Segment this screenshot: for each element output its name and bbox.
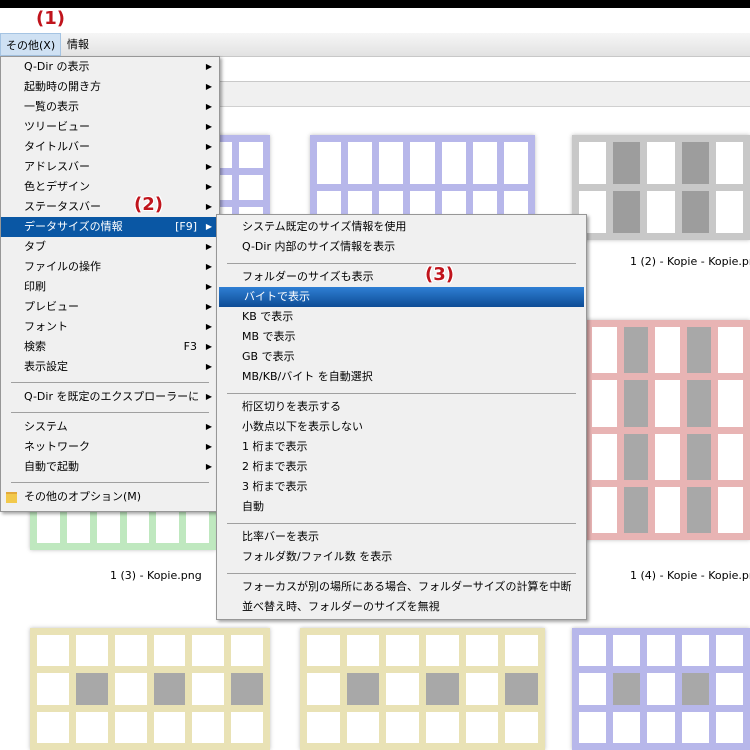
menu-item-preview[interactable]: プレビュー ▶ (1, 297, 219, 317)
submenu-arrow-icon: ▶ (205, 62, 212, 71)
thumbnail-caption: 1 (4) - Kopie - Kopie.png (630, 569, 750, 582)
menu-item-qdir-display[interactable]: Q-Dir の表示 ▶ (1, 57, 219, 77)
menu-item-list-view[interactable]: 一覧の表示 ▶ (1, 97, 219, 117)
menu-info[interactable]: 情報 (62, 33, 94, 56)
menu-separator (227, 573, 576, 574)
menu-separator (11, 412, 209, 413)
annotation-3: (3) (425, 264, 454, 285)
submenu-arrow-icon: ▶ (205, 442, 212, 451)
submenu-arrow-icon: ▶ (205, 242, 212, 251)
submenu-item-mb[interactable]: MB で表示 (217, 327, 586, 347)
submenu-arrow-icon: ▶ (205, 322, 212, 331)
submenu-arrow-icon: ▶ (205, 82, 212, 91)
menu-bar: その他(X) 情報 (0, 33, 750, 57)
menu-item-search[interactable]: 検索 F3 ▶ (1, 337, 219, 357)
submenu-item-auto-decimals[interactable]: 自動 (217, 497, 586, 517)
submenu-item-auto-unit[interactable]: MB/KB/バイト を自動選択 (217, 367, 586, 387)
menu-item-network[interactable]: ネットワーク ▶ (1, 437, 219, 457)
menu-item-file-ops[interactable]: ファイルの操作 ▶ (1, 257, 219, 277)
submenu-arrow-icon: ▶ (205, 462, 212, 471)
submenu-item-gb[interactable]: GB で表示 (217, 347, 586, 367)
submenu-item-abort-on-focus-loss[interactable]: フォーカスが別の場所にある場合、フォルダーサイズの計算を中断 (217, 577, 586, 597)
submenu-arrow-icon: ▶ (205, 202, 212, 211)
submenu-item-ignore-folder-size-sort[interactable]: 並べ替え時、フォルダーのサイズを無視 (217, 597, 586, 617)
menu-item-autostart[interactable]: 自動で起動 ▶ (1, 457, 219, 477)
submenu-item-thousands-separator[interactable]: 桁区切りを表示する (217, 397, 586, 417)
menu-item-font[interactable]: フォント ▶ (1, 317, 219, 337)
submenu-item-system-default-size[interactable]: システム既定のサイズ情報を使用 (217, 217, 586, 237)
data-size-submenu: システム既定のサイズ情報を使用 Q-Dir 内部のサイズ情報を表示 フォルダーの… (216, 214, 587, 620)
submenu-item-show-folder-size[interactable]: フォルダーのサイズも表示 (217, 267, 586, 287)
column-header (215, 82, 750, 107)
folder-icon (6, 492, 17, 503)
menu-separator (11, 382, 209, 383)
menu-separator (227, 263, 576, 264)
submenu-arrow-icon: ▶ (205, 262, 212, 271)
other-menu-dropdown: Q-Dir の表示 ▶ 起動時の開き方 ▶ 一覧の表示 ▶ ツリービュー ▶ タイトルバ… (0, 56, 220, 512)
menu-item-tabs[interactable]: タブ ▶ (1, 237, 219, 257)
thumbnail-yellow-2[interactable] (300, 628, 545, 750)
menu-item-other-options[interactable]: その他のオプション(M) (1, 487, 219, 507)
menu-item-color-design[interactable]: 色とデザイン ▶ (1, 177, 219, 197)
thumbnail-caption: 1 (3) - Kopie.png (110, 569, 202, 582)
menu-item-print[interactable]: 印刷 ▶ (1, 277, 219, 297)
menu-item-tree-view[interactable]: ツリービュー ▶ (1, 117, 219, 137)
thumbnail-purple-3[interactable] (572, 628, 750, 750)
menu-item-title-bar[interactable]: タイトルバー ▶ (1, 137, 219, 157)
submenu-arrow-icon: ▶ (205, 222, 212, 231)
menu-separator (11, 482, 209, 483)
submenu-arrow-icon: ▶ (205, 282, 212, 291)
menu-item-default-explorer[interactable]: Q-Dir を既定のエクスプローラーに ▶ (1, 387, 219, 407)
submenu-arrow-icon: ▶ (205, 392, 212, 401)
submenu-item-1-decimal[interactable]: 1 桁まで表示 (217, 437, 586, 457)
submenu-item-ratio-bar[interactable]: 比率バーを表示 (217, 527, 586, 547)
menu-item-display-settings[interactable]: 表示設定 ▶ (1, 357, 219, 377)
thumbnail-caption: 1 (2) - Kopie - Kopie.png (630, 255, 750, 268)
menu-item-startup[interactable]: 起動時の開き方 ▶ (1, 77, 219, 97)
submenu-arrow-icon: ▶ (205, 182, 212, 191)
menu-item-data-size-info[interactable]: データサイズの情報 [F9] ▶ (1, 217, 219, 237)
submenu-item-qdir-internal-size[interactable]: Q-Dir 内部のサイズ情報を表示 (217, 237, 586, 257)
menu-item-system[interactable]: システム ▶ (1, 417, 219, 437)
submenu-arrow-icon: ▶ (205, 162, 212, 171)
submenu-arrow-icon: ▶ (205, 342, 212, 351)
submenu-arrow-icon: ▶ (205, 422, 212, 431)
submenu-arrow-icon: ▶ (205, 142, 212, 151)
address-bar[interactable] (215, 57, 750, 82)
menu-separator (227, 523, 576, 524)
thumbnail-yellow-1[interactable] (30, 628, 270, 750)
menu-separator (227, 393, 576, 394)
submenu-item-folder-file-count[interactable]: フォルダ数/ファイル数 を表示 (217, 547, 586, 567)
menu-item-status-bar[interactable]: ステータスバー ▶ (1, 197, 219, 217)
submenu-arrow-icon: ▶ (205, 102, 212, 111)
submenu-item-2-decimals[interactable]: 2 桁まで表示 (217, 457, 586, 477)
menu-other[interactable]: その他(X) (0, 33, 62, 56)
submenu-item-bytes[interactable]: バイトで表示 (219, 287, 584, 307)
thumbnail-red[interactable] (585, 320, 750, 540)
menu-item-address-bar[interactable]: アドレスバー ▶ (1, 157, 219, 177)
submenu-arrow-icon: ▶ (205, 362, 212, 371)
submenu-item-kb[interactable]: KB で表示 (217, 307, 586, 327)
annotation-1: (1) (36, 8, 65, 29)
window-top-edge (0, 0, 750, 8)
submenu-item-no-decimals[interactable]: 小数点以下を表示しない (217, 417, 586, 437)
thumbnail-gray[interactable] (572, 135, 750, 240)
submenu-item-3-decimals[interactable]: 3 桁まで表示 (217, 477, 586, 497)
submenu-arrow-icon: ▶ (205, 122, 212, 131)
annotation-2: (2) (134, 194, 163, 215)
submenu-arrow-icon: ▶ (205, 302, 212, 311)
